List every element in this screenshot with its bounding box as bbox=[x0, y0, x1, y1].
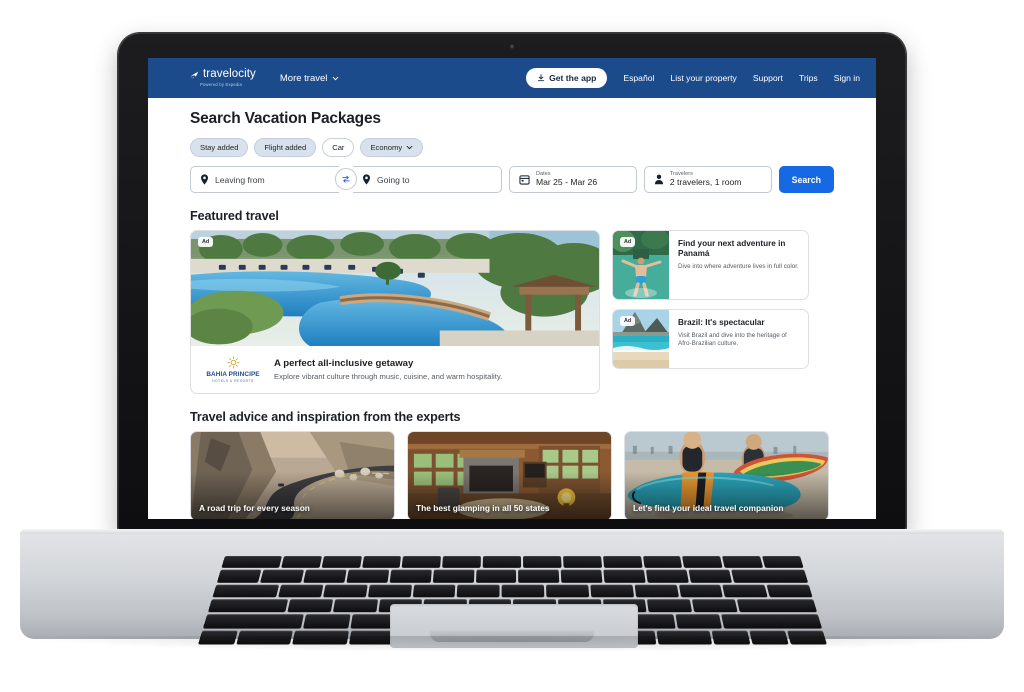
plane-icon bbox=[190, 71, 199, 79]
header-link-trips[interactable]: Trips bbox=[799, 73, 818, 83]
get-the-app-label: Get the app bbox=[549, 73, 597, 83]
advice-card-road-trip[interactable]: A road trip for every season bbox=[190, 431, 395, 519]
hero-card-body: BAHIA PRINCIPE HOTELS & RESORTS A perfec… bbox=[191, 347, 599, 393]
resort-pool-illustration bbox=[191, 231, 599, 347]
search-form: Leaving from Going to Dates Mar 25 - Mar… bbox=[190, 166, 834, 193]
laptop-drop-shadow bbox=[20, 636, 1004, 652]
chip-car-label: Car bbox=[332, 143, 345, 152]
brazil-card-description: Visit Brazil and dive into the heritage … bbox=[678, 332, 787, 348]
keyboard-row-numbers bbox=[216, 569, 809, 583]
keyboard-row-function bbox=[221, 556, 804, 569]
featured-card-brazil[interactable]: Ad Brazil: It's spectacular Visit Brazil… bbox=[612, 309, 809, 369]
featured-card-panama[interactable]: Ad Find your next adventure in Panamá Di… bbox=[612, 230, 809, 300]
header-link-sign-in[interactable]: Sign in bbox=[834, 73, 860, 83]
advice-caption-travel-companion: Let's find your ideal travel companion bbox=[633, 503, 784, 513]
swap-arrows-icon bbox=[342, 175, 350, 183]
hero-description: Explore vibrant culture through music, c… bbox=[274, 372, 503, 381]
leaving-from-placeholder: Leaving from bbox=[215, 174, 265, 185]
travelocity-logo[interactable]: travelocity Powered by Expedia bbox=[190, 69, 256, 87]
chip-economy-label: Economy bbox=[370, 143, 403, 152]
location-pin-icon bbox=[362, 174, 370, 185]
advice-section-title: Travel advice and inspiration from the e… bbox=[190, 410, 461, 424]
search-button[interactable]: Search bbox=[778, 166, 834, 193]
bahia-principe-name: BAHIA PRINCIPE bbox=[206, 371, 260, 378]
featured-section-title: Featured travel bbox=[190, 209, 279, 223]
chip-stay-added-label: Stay added bbox=[200, 143, 239, 152]
more-travel-label: More travel bbox=[279, 72, 328, 84]
sun-icon bbox=[226, 356, 240, 369]
bahia-principe-tagline: HOTELS & RESORTS bbox=[212, 379, 254, 383]
header-link-espanol[interactable]: Español bbox=[623, 73, 654, 83]
keyboard-row-qwerty bbox=[212, 584, 813, 598]
chevron-down-icon bbox=[333, 76, 339, 80]
brand-name: travelocity bbox=[203, 68, 256, 81]
person-icon bbox=[654, 174, 663, 185]
panama-card-body: Find your next adventure in Panamá Dive … bbox=[669, 231, 808, 299]
laptop-base-bevel bbox=[20, 529, 1004, 534]
dates-value: Mar 25 - Mar 26 bbox=[535, 176, 598, 187]
hero-image: Ad bbox=[191, 231, 599, 347]
location-pin-icon bbox=[200, 174, 209, 185]
page-title: Search Vacation Packages bbox=[190, 110, 381, 127]
get-the-app-button[interactable]: Get the app bbox=[526, 68, 608, 88]
header-link-support[interactable]: Support bbox=[753, 73, 783, 83]
advice-card-travel-companion[interactable]: Let's find your ideal travel companion bbox=[624, 431, 829, 519]
ad-badge: Ad bbox=[198, 237, 214, 247]
brazil-thumbnail: Ad bbox=[613, 310, 669, 368]
going-to-placeholder: Going to bbox=[376, 174, 410, 185]
download-icon bbox=[537, 74, 545, 82]
panama-card-description: Dive into where adventure lives in full … bbox=[678, 263, 799, 270]
chip-flight-added-label: Flight added bbox=[264, 143, 307, 152]
chip-flight-added[interactable]: Flight added bbox=[254, 138, 317, 157]
more-travel-menu[interactable]: More travel bbox=[280, 73, 340, 84]
going-to-input[interactable]: Going to bbox=[352, 166, 502, 193]
travelers-picker[interactable]: Travelers 2 travelers, 1 room bbox=[643, 166, 772, 193]
featured-grid: Ad BAHIA PRINCIPE HOTELS & RESORTS A per… bbox=[190, 230, 834, 394]
screenshot-stage: travelocity Powered by Expedia More trav… bbox=[0, 0, 1024, 692]
brazil-card-body: Brazil: It's spectacular Visit Brazil an… bbox=[669, 310, 808, 368]
header-link-list-your-property[interactable]: List your property bbox=[670, 73, 736, 83]
browser-page: travelocity Powered by Expedia More trav… bbox=[148, 58, 876, 519]
bahia-principe-logo: BAHIA PRINCIPE HOTELS & RESORTS bbox=[202, 356, 264, 383]
panama-card-title: Find your next adventure in Panamá bbox=[678, 239, 786, 258]
advice-grid: A road trip for every season The best gl… bbox=[190, 431, 834, 519]
search-type-chips: Stay added Flight added Car Economy bbox=[190, 138, 834, 157]
dates-picker[interactable]: Dates Mar 25 - Mar 26 bbox=[508, 166, 637, 193]
ad-badge: Ad bbox=[620, 316, 636, 326]
laptop-screen: travelocity Powered by Expedia More trav… bbox=[148, 58, 876, 519]
advice-card-glamping[interactable]: The best glamping in all 50 states bbox=[407, 431, 612, 519]
site-header: travelocity Powered by Expedia More trav… bbox=[148, 58, 876, 98]
featured-hero-card[interactable]: Ad BAHIA PRINCIPE HOTELS & RESORTS A per… bbox=[190, 230, 600, 394]
main-content: Search Vacation Packages Stay added Flig… bbox=[148, 98, 876, 519]
calendar-icon bbox=[519, 175, 530, 185]
hero-title: A perfect all-inclusive getaway bbox=[274, 358, 414, 369]
travelers-value: 2 travelers, 1 room bbox=[669, 176, 742, 187]
ad-badge: Ad bbox=[620, 237, 636, 247]
chevron-down-icon bbox=[406, 145, 413, 150]
panama-thumbnail: Ad bbox=[613, 231, 669, 299]
chip-car[interactable]: Car bbox=[322, 138, 355, 157]
laptop-lid: travelocity Powered by Expedia More trav… bbox=[118, 33, 906, 533]
advice-caption-road-trip: A road trip for every season bbox=[199, 503, 310, 513]
featured-side-column: Ad Find your next adventure in Panamá Di… bbox=[612, 230, 809, 394]
header-actions: Get the app Español List your property S… bbox=[526, 68, 860, 88]
advice-caption-glamping: The best glamping in all 50 states bbox=[416, 503, 550, 513]
chip-economy[interactable]: Economy bbox=[360, 138, 424, 157]
swap-origin-destination-button[interactable] bbox=[334, 168, 357, 190]
chip-stay-added[interactable]: Stay added bbox=[190, 138, 249, 157]
brazil-card-title: Brazil: It's spectacular bbox=[678, 318, 765, 327]
leaving-from-input[interactable]: Leaving from bbox=[190, 166, 339, 193]
hero-text: A perfect all-inclusive getaway Explore … bbox=[274, 358, 502, 381]
brand-tagline: Powered by Expedia bbox=[200, 81, 243, 87]
webcam-icon bbox=[508, 43, 516, 50]
